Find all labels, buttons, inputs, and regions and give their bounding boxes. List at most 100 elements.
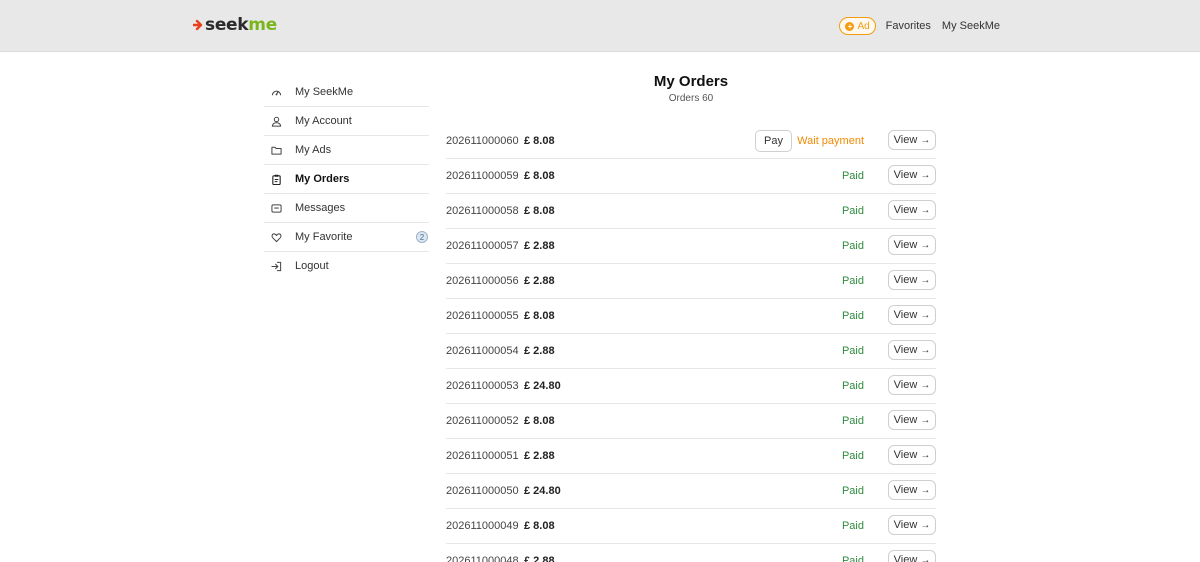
view-label: View: [893, 169, 918, 181]
user-icon: [270, 115, 282, 127]
order-id: 202611000059: [446, 170, 519, 182]
view-label: View: [893, 309, 918, 321]
view-order-button[interactable]: View →: [888, 410, 936, 430]
orders-panel: My Orders Orders 60 202611000060 £ 8.08 Pa…: [446, 70, 936, 562]
post-ad-label: Ad: [857, 20, 870, 32]
view-order-button[interactable]: View →: [888, 270, 936, 290]
order-row: 202611000048 £ 2.88 Paid View →: [446, 544, 936, 562]
order-status: Paid: [841, 275, 864, 287]
logo-arrow-icon: [193, 19, 203, 31]
order-row: 202611000054 £ 2.88 Paid View →: [446, 334, 936, 369]
order-status: Paid: [841, 415, 864, 427]
order-status: Wait payment: [797, 135, 864, 147]
order-status: Paid: [841, 240, 864, 252]
order-row: 202611000059 £ 8.08 Paid View →: [446, 159, 936, 194]
order-row: 202611000050 £ 24.80 Paid View →: [446, 474, 936, 509]
order-row: 202611000058 £ 8.08 Paid View →: [446, 194, 936, 229]
arrow-right-icon: →: [920, 344, 931, 356]
order-status: Paid: [841, 310, 864, 322]
sidebar-item-my-seekme[interactable]: My SeekMe: [264, 78, 429, 107]
arrow-right-icon: →: [920, 449, 931, 461]
view-order-button[interactable]: View →: [888, 165, 936, 185]
order-row: 202611000060 £ 8.08 Pay Wait payment View →: [446, 124, 936, 159]
order-amount: £ 8.08: [524, 170, 555, 182]
post-ad-button[interactable]: + Ad: [839, 17, 876, 35]
sidebar-item-my-favorite[interactable]: My Favorite 2: [264, 223, 429, 252]
arrow-right-icon: →: [920, 239, 931, 251]
sidebar-item-label: My SeekMe: [295, 86, 354, 98]
order-row: 202611000052 £ 8.08 Paid View →: [446, 404, 936, 439]
order-amount: £ 8.08: [524, 205, 555, 217]
order-id: 202611000055: [446, 310, 519, 322]
order-status: Paid: [841, 450, 864, 462]
order-id: 202611000060: [446, 135, 519, 147]
sidebar-item-my-orders[interactable]: My Orders: [264, 165, 429, 194]
view-order-button[interactable]: View →: [888, 515, 936, 535]
view-label: View: [893, 554, 918, 562]
view-label: View: [893, 379, 918, 391]
nav-favorites-link[interactable]: Favorites: [886, 20, 931, 32]
order-status: Paid: [841, 485, 864, 497]
view-order-button[interactable]: View →: [888, 200, 936, 220]
order-row: 202611000053 £ 24.80 Paid View →: [446, 369, 936, 404]
heart-icon: [270, 231, 282, 243]
order-amount: £ 24.80: [524, 485, 561, 497]
order-id: 202611000051: [446, 450, 519, 462]
view-label: View: [893, 344, 918, 356]
arrow-right-icon: →: [920, 134, 931, 146]
view-order-button[interactable]: View →: [888, 340, 936, 360]
order-amount: £ 8.08: [524, 520, 555, 532]
order-id: 202611000056: [446, 275, 519, 287]
view-label: View: [893, 274, 918, 286]
order-amount: £ 2.88: [524, 450, 555, 462]
order-amount: £ 24.80: [524, 380, 561, 392]
order-id: 202611000052: [446, 415, 519, 427]
arrow-right-icon: →: [920, 554, 931, 562]
page-title: My Orders: [653, 73, 729, 90]
logout-icon: [270, 260, 282, 272]
order-status: Paid: [841, 345, 864, 357]
nav-my-seekme-link[interactable]: My SeekMe: [942, 20, 1000, 32]
order-row: 202611000051 £ 2.88 Paid View →: [446, 439, 936, 474]
message-icon: [270, 202, 282, 214]
view-label: View: [893, 239, 918, 251]
arrow-right-icon: →: [920, 379, 931, 391]
order-status: Paid: [841, 170, 864, 182]
sidebar-item-messages[interactable]: Messages: [264, 194, 429, 223]
order-row: 202611000049 £ 8.08 Paid View →: [446, 509, 936, 544]
sidebar-item-label: My Favorite: [295, 231, 353, 243]
arrow-right-icon: →: [920, 204, 931, 216]
order-row: 202611000056 £ 2.88 Paid View →: [446, 264, 936, 299]
view-order-button[interactable]: View →: [888, 130, 936, 150]
clipboard-icon: [270, 173, 282, 185]
order-id: 202611000054: [446, 345, 519, 357]
view-order-button[interactable]: View →: [888, 305, 936, 325]
header-nav: + Ad Favorites My SeekMe: [839, 17, 1000, 35]
view-order-button[interactable]: View →: [888, 445, 936, 465]
top-header: seekme + Ad Favorites My SeekMe: [0, 0, 1200, 52]
view-order-button[interactable]: View →: [888, 235, 936, 255]
folder-icon: [270, 144, 282, 156]
sidebar-item-logout[interactable]: Logout: [264, 252, 429, 280]
order-amount: £ 2.88: [524, 275, 555, 287]
view-order-button[interactable]: View →: [888, 375, 936, 395]
sidebar-item-my-ads[interactable]: My Ads: [264, 136, 429, 165]
view-order-button[interactable]: View →: [888, 480, 936, 500]
dashboard-icon: [270, 86, 282, 98]
seekme-logo[interactable]: seekme: [193, 14, 277, 36]
orders-count: Orders 60: [668, 93, 714, 104]
sidebar-item-my-account[interactable]: My Account: [264, 107, 429, 136]
order-row: 202611000057 £ 2.88 Paid View →: [446, 229, 936, 264]
order-status: Paid: [841, 520, 864, 532]
order-amount: £ 8.08: [524, 415, 555, 427]
order-row: 202611000055 £ 8.08 Paid View →: [446, 299, 936, 334]
view-order-button[interactable]: View →: [888, 550, 936, 562]
order-amount: £ 8.08: [524, 310, 555, 322]
view-label: View: [893, 414, 918, 426]
order-amount: £ 2.88: [524, 240, 555, 252]
arrow-right-icon: →: [920, 309, 931, 321]
order-id: 202611000057: [446, 240, 519, 252]
pay-button[interactable]: Pay: [755, 130, 792, 152]
view-label: View: [893, 134, 918, 146]
sidebar-item-label: My Orders: [295, 173, 350, 185]
